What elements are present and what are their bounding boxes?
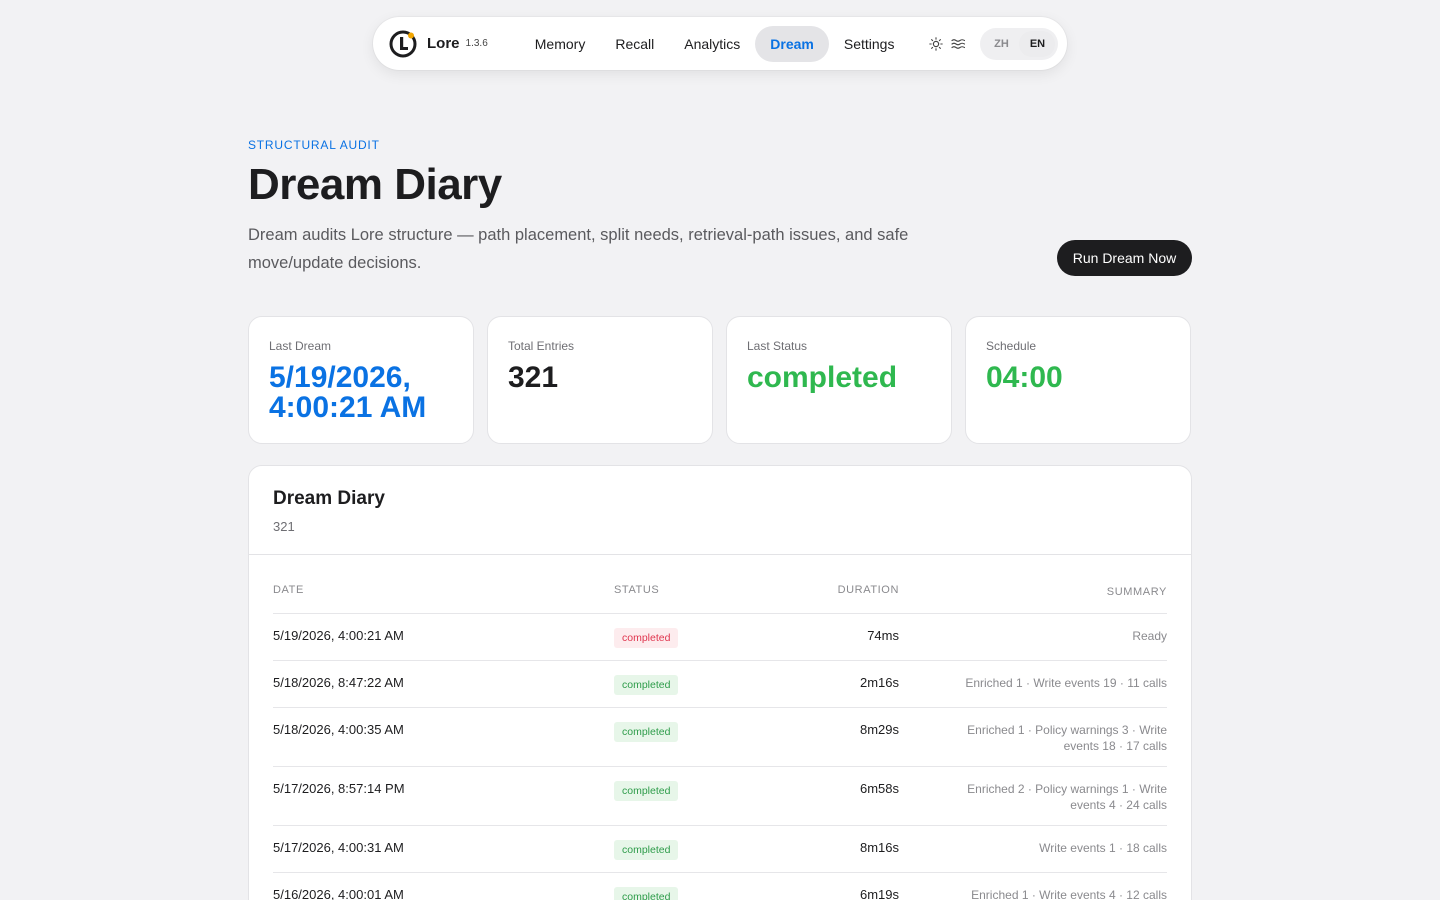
- tab-analytics[interactable]: Analytics: [669, 26, 755, 62]
- stat-card-total-entries: Total Entries 321: [487, 316, 713, 444]
- stat-card-schedule: Schedule 04:00: [965, 316, 1191, 444]
- stat-label: Total Entries: [508, 339, 575, 353]
- row-duration: 2m16s: [859, 675, 899, 690]
- row-date: 5/18/2026, 4:00:35 AM: [273, 722, 404, 737]
- brand[interactable]: Lore 1.3.6: [389, 30, 488, 58]
- tab-dream[interactable]: Dream: [755, 25, 829, 62]
- row-date: 5/17/2026, 4:00:31 AM: [273, 840, 404, 855]
- row-duration: 8m29s: [859, 722, 899, 737]
- column-header-date[interactable]: DATE: [273, 584, 614, 613]
- stat-card-last-dream: Last Dream 5/19/2026, 4:00:21 AM: [248, 316, 474, 444]
- ambient-toggle-button[interactable]: [951, 30, 966, 58]
- sun-icon: [929, 36, 944, 51]
- stat-value: completed: [747, 361, 898, 394]
- diary-table: DATE STATUS DURATION SUMMARY 5/19/2026, …: [273, 584, 1167, 900]
- stat-value: 04:00: [986, 361, 1063, 394]
- status-badge: completed: [614, 628, 679, 648]
- status-badge: completed: [614, 887, 679, 900]
- row-summary: Ready: [1132, 629, 1167, 643]
- stat-label: Last Status: [747, 339, 808, 353]
- stat-card-last-status: Last Status completed: [726, 316, 952, 444]
- table-row[interactable]: 5/16/2026, 4:00:01 AM completed 6m19s En…: [273, 873, 1167, 900]
- version-label: 1.3.6: [465, 38, 488, 49]
- lang-en-option[interactable]: EN: [1019, 30, 1056, 57]
- column-header-duration[interactable]: DURATION: [754, 584, 899, 613]
- table-row[interactable]: 5/17/2026, 4:00:31 AM completed 8m16s Wr…: [273, 826, 1167, 873]
- row-duration: 6m19s: [859, 887, 899, 900]
- row-summary: Enriched 1 · Write events 4 · 12 calls: [971, 888, 1167, 900]
- brand-name: Lore: [427, 35, 460, 52]
- language-switch: ZH EN: [980, 27, 1059, 60]
- panel-header: Dream Diary 321: [249, 466, 1191, 555]
- stat-label: Schedule: [986, 339, 1037, 353]
- table-row[interactable]: 5/18/2026, 4:00:35 AM completed 8m29s En…: [273, 708, 1167, 767]
- dream-diary-panel: Dream Diary 321 DATE STATUS DURATION SUM…: [248, 465, 1192, 900]
- tab-memory[interactable]: Memory: [520, 26, 601, 62]
- row-duration: 74ms: [867, 628, 899, 643]
- status-badge: completed: [614, 722, 679, 742]
- theme-toggle-button[interactable]: [929, 30, 944, 58]
- page-description: Dream audits Lore structure — path place…: [248, 226, 909, 272]
- entry-count: 321: [273, 519, 295, 534]
- row-date: 5/19/2026, 4:00:21 AM: [273, 628, 404, 643]
- status-badge: completed: [614, 781, 679, 801]
- stat-value: 321: [508, 361, 559, 394]
- stat-value: 5/19/2026, 4:00:21 AM: [269, 361, 427, 424]
- nav-tabs: Memory Recall Analytics Dream Settings: [520, 25, 910, 62]
- panel-title: Dream Diary: [273, 488, 385, 509]
- row-summary: Enriched 2 · Policy warnings 1 · Write e…: [967, 782, 1167, 812]
- status-badge: completed: [614, 840, 679, 860]
- column-header-status[interactable]: STATUS: [614, 584, 754, 613]
- page-eyebrow: STRUCTURAL AUDIT: [248, 138, 380, 152]
- page-title: Dream Diary: [248, 160, 502, 209]
- lang-zh-option[interactable]: ZH: [983, 31, 1019, 57]
- row-duration: 8m16s: [859, 840, 899, 855]
- stats-row: Last Dream 5/19/2026, 4:00:21 AM Total E…: [248, 316, 1191, 444]
- table-row[interactable]: 5/19/2026, 4:00:21 AM completed 74ms Rea…: [273, 614, 1167, 661]
- lore-logo-icon: [389, 30, 417, 58]
- table-header: DATE STATUS DURATION SUMMARY: [273, 584, 1167, 614]
- stat-label: Last Dream: [269, 339, 332, 353]
- status-badge: completed: [614, 675, 679, 695]
- waves-icon: [951, 38, 966, 49]
- table-row[interactable]: 5/18/2026, 8:47:22 AM completed 2m16s En…: [273, 661, 1167, 708]
- row-date: 5/16/2026, 4:00:01 AM: [273, 887, 404, 900]
- top-navigation: Lore 1.3.6 Memory Recall Analytics Dream…: [373, 17, 1067, 70]
- row-summary: Enriched 1 · Policy warnings 3 · Write e…: [967, 723, 1167, 753]
- row-summary: Enriched 1 · Write events 19 · 11 calls: [965, 676, 1167, 690]
- column-header-summary[interactable]: SUMMARY: [899, 584, 1167, 613]
- row-date: 5/17/2026, 8:57:14 PM: [273, 781, 405, 796]
- run-dream-button[interactable]: Run Dream Now: [1057, 240, 1192, 276]
- tab-recall[interactable]: Recall: [600, 26, 669, 62]
- row-summary: Write events 1 · 18 calls: [1039, 841, 1167, 855]
- row-date: 5/18/2026, 8:47:22 AM: [273, 675, 404, 690]
- tab-settings[interactable]: Settings: [829, 26, 910, 62]
- table-row[interactable]: 5/17/2026, 8:57:14 PM completed 6m58s En…: [273, 767, 1167, 826]
- row-duration: 6m58s: [859, 781, 899, 796]
